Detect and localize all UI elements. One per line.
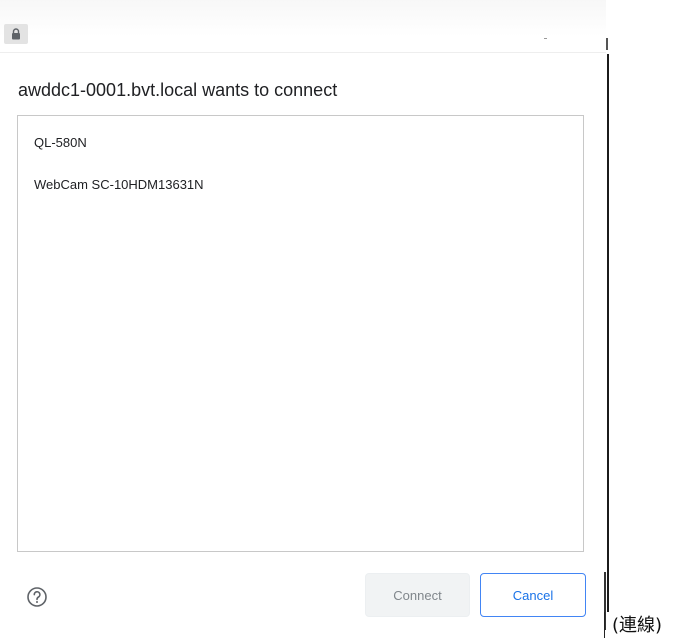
cancel-button[interactable]: Cancel bbox=[480, 573, 586, 617]
dialog-title: awddc1-0001.bvt.local wants to connect bbox=[18, 80, 338, 100]
lock-icon bbox=[12, 28, 20, 40]
address-bar bbox=[0, 0, 606, 53]
device-item-webcam[interactable]: WebCam SC-10HDM13631N bbox=[34, 177, 204, 192]
device-list[interactable]: QL-580N WebCam SC-10HDM13631N bbox=[17, 115, 584, 552]
window-edge bbox=[606, 38, 608, 50]
annotation-text: (連線) bbox=[612, 615, 663, 636]
connect-button[interactable]: Connect bbox=[365, 573, 470, 617]
device-item-ql-580n[interactable]: QL-580N bbox=[34, 135, 87, 150]
separator bbox=[544, 38, 547, 39]
help-button[interactable] bbox=[26, 586, 48, 608]
annotation-bar bbox=[604, 612, 605, 638]
help-circle-icon bbox=[27, 587, 47, 607]
window-edge bbox=[607, 54, 609, 612]
site-info-button[interactable] bbox=[4, 24, 28, 44]
